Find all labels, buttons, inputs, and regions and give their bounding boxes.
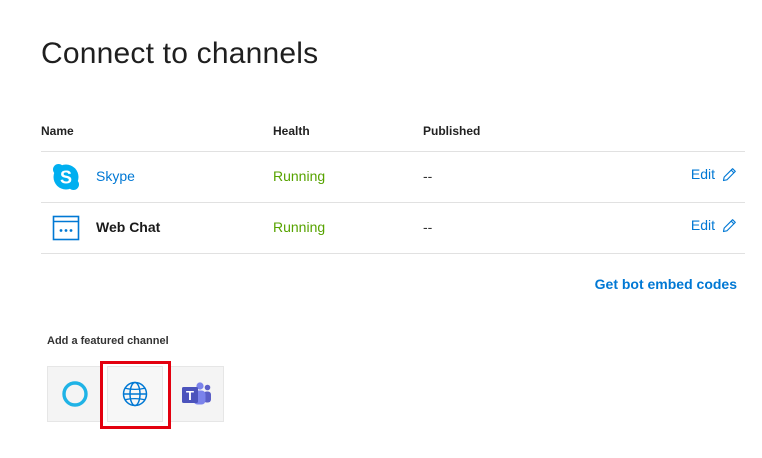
- skype-edit-label: Edit: [690, 166, 715, 182]
- header-published: Published: [423, 124, 481, 138]
- header-health: Health: [273, 124, 310, 138]
- pencil-icon: [722, 167, 736, 181]
- page-title: Connect to channels: [41, 37, 319, 70]
- cortana-icon: [62, 381, 88, 407]
- get-bot-embed-codes-link[interactable]: Get bot embed codes: [595, 276, 737, 292]
- web-chat-published-value: --: [423, 219, 433, 235]
- skype-icon: S: [53, 164, 79, 190]
- skype-health-status: Running: [273, 168, 326, 184]
- svg-text:S: S: [60, 168, 72, 188]
- pencil-icon: [722, 218, 736, 232]
- highlight-box: [100, 361, 171, 429]
- featured-channel-label: Add a featured channel: [47, 335, 169, 347]
- add-cortana-channel-button[interactable]: [47, 366, 103, 422]
- skype-edit-button[interactable]: Edit: [691, 166, 737, 182]
- table-row-web-chat: Web Chat Running -- Edit: [41, 203, 745, 254]
- svg-text:T: T: [186, 388, 194, 403]
- web-chat-channel-name: Web Chat: [96, 219, 161, 235]
- connect-to-channels-page: Connect to channels Name Health Publishe…: [0, 0, 762, 458]
- teams-icon: T: [182, 382, 211, 405]
- web-chat-icon: [52, 215, 80, 241]
- skype-published-value: --: [423, 168, 433, 184]
- table-header: Name Health Published: [41, 118, 745, 152]
- skype-channel-link[interactable]: Skype: [96, 168, 135, 184]
- web-chat-edit-label: Edit: [690, 217, 715, 233]
- web-chat-health-status: Running: [273, 219, 326, 235]
- table-row-skype: S Skype Running -- Edit: [41, 152, 745, 203]
- channels-table: Name Health Published S Skype Running --…: [41, 118, 745, 254]
- web-chat-edit-button[interactable]: Edit: [691, 217, 737, 233]
- add-teams-channel-button[interactable]: T: [168, 366, 224, 422]
- header-name: Name: [41, 124, 74, 138]
